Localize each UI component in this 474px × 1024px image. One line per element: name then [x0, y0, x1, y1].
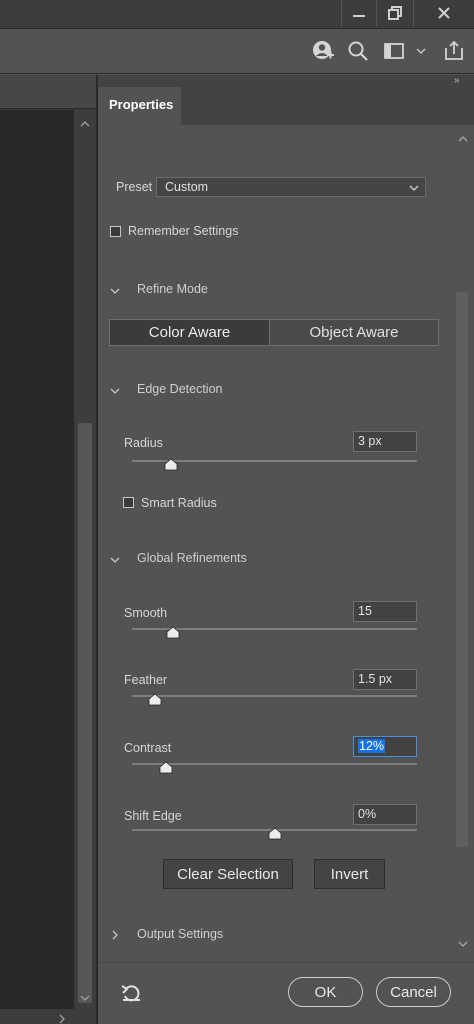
chevron-right-icon [59, 1014, 65, 1024]
close-icon [438, 7, 450, 19]
slider-handle-icon [159, 761, 173, 774]
search-icon [348, 41, 368, 61]
slider-handle-icon [148, 693, 162, 706]
global-refinements-toggle[interactable] [110, 553, 120, 567]
close-window-button[interactable] [413, 0, 474, 26]
canvas-horizontal-scrollbar[interactable] [0, 1010, 96, 1024]
workspace-dropdown[interactable] [411, 38, 431, 64]
smart-radius-label: Smart Radius [141, 496, 217, 510]
chevron-down-icon [409, 185, 419, 191]
color-aware-button[interactable]: Color Aware [109, 319, 270, 346]
refine-mode-title: Refine Mode [137, 282, 208, 296]
chevron-up-icon [458, 136, 468, 142]
document-tab[interactable] [0, 75, 96, 109]
edge-detection-toggle[interactable] [110, 384, 120, 398]
feather-label: Feather [124, 673, 168, 687]
workspace-button[interactable] [381, 38, 407, 64]
refine-mode-toggle[interactable] [110, 284, 120, 298]
clear-selection-button[interactable]: Clear Selection [163, 859, 293, 889]
invert-button[interactable]: Invert [314, 859, 385, 889]
shift-edge-label: Shift Edge [124, 809, 182, 823]
chevron-down-icon [80, 995, 90, 1001]
chevron-right-icon [112, 930, 118, 940]
smooth-input[interactable]: 15 [353, 601, 417, 622]
radius-slider-handle[interactable] [164, 458, 178, 474]
chevron-down-icon [458, 941, 468, 947]
contrast-label: Contrast [124, 741, 172, 755]
panel-scroll-down-arrow[interactable] [457, 937, 469, 951]
share-button[interactable] [441, 38, 467, 64]
slider-handle-icon [166, 626, 180, 639]
remember-settings-checkbox[interactable] [110, 226, 121, 237]
reset-button[interactable] [120, 982, 144, 1007]
edge-detection-title: Edge Detection [137, 382, 223, 396]
user-add-icon [313, 41, 334, 59]
shift-edge-input[interactable]: 0% [353, 804, 417, 825]
global-refinements-title: Global Refinements [137, 551, 247, 565]
feather-slider-track[interactable] [132, 695, 417, 697]
radius-input[interactable]: 3 px [353, 431, 417, 452]
contrast-input[interactable]: 12% [353, 736, 417, 757]
chevron-up-icon [80, 121, 90, 127]
chevron-down-icon [110, 557, 120, 563]
smart-radius-checkbox[interactable] [123, 497, 134, 508]
chevron-down-icon [110, 388, 120, 394]
output-settings-title: Output Settings [137, 927, 224, 941]
remember-settings-label: Remember Settings [128, 224, 239, 238]
shift-edge-slider-handle[interactable] [268, 827, 282, 843]
contrast-slider-track[interactable] [132, 763, 417, 765]
chevron-down-icon [110, 288, 120, 294]
tab-properties[interactable]: Properties [98, 87, 181, 125]
contrast-slider-handle[interactable] [159, 761, 173, 777]
smooth-label: Smooth [124, 606, 168, 620]
scroll-up-arrow[interactable] [79, 117, 91, 131]
smooth-slider-handle[interactable] [166, 626, 180, 642]
share-icon [445, 40, 463, 60]
restore-button[interactable] [376, 0, 413, 26]
radius-label: Radius [124, 436, 163, 450]
panel-scroll-thumb[interactable] [456, 292, 468, 847]
workspace-icon [384, 43, 404, 59]
preset-label: Preset [116, 180, 153, 194]
collapse-panel-button[interactable]: » [454, 75, 474, 87]
search-button[interactable] [345, 38, 371, 64]
panel-scroll-up-arrow[interactable] [457, 132, 469, 146]
feather-input[interactable]: 1.5 px [353, 669, 417, 690]
canvas-scroll-thumb[interactable] [78, 423, 92, 1003]
feather-slider-handle[interactable] [148, 693, 162, 709]
minimize-icon [353, 15, 365, 17]
output-settings-toggle[interactable] [111, 929, 119, 943]
object-aware-button[interactable]: Object Aware [269, 319, 439, 346]
scroll-down-arrow[interactable] [79, 991, 91, 1005]
chevron-down-icon [416, 48, 426, 54]
cancel-button[interactable]: Cancel [376, 977, 451, 1007]
preset-select[interactable]: Custom [156, 177, 426, 197]
slider-handle-icon [164, 458, 178, 471]
minimize-button[interactable] [341, 0, 376, 26]
restore-icon [388, 6, 402, 20]
scroll-right-arrow[interactable] [58, 1013, 66, 1024]
properties-panel [98, 125, 474, 1024]
slider-handle-icon [268, 827, 282, 840]
canvas[interactable] [0, 110, 74, 1009]
reset-icon [121, 985, 140, 1002]
footer-separator [98, 962, 474, 963]
ok-button[interactable]: OK [288, 977, 363, 1007]
user-add-button[interactable] [310, 38, 336, 64]
contrast-value-selected: 12% [358, 739, 386, 753]
preset-value: Custom [165, 180, 209, 194]
